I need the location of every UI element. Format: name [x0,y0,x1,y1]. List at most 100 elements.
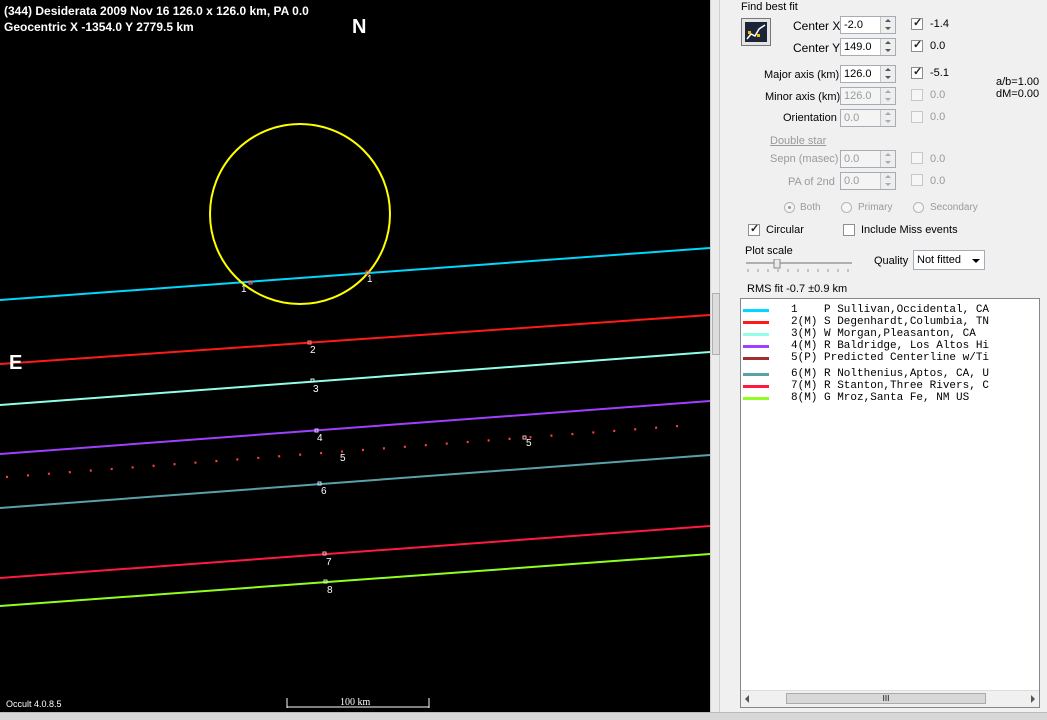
chord-8 [0,553,710,607]
dropdown-arrow-icon[interactable] [972,259,980,263]
chord-label-5a: 5 [340,453,346,464]
asteroid-outline [209,123,391,305]
rms-fit: RMS fit -0.7 ±0.9 km [747,283,848,295]
list-item[interactable]: 1 P Sullivan,Occidental, CA [741,304,1037,316]
chord-5 [5,423,693,479]
major-axis-input[interactable]: 126.0 [840,65,896,83]
observer-color-swatch [743,397,769,400]
version-label: Occult 4.0.8.5 [6,699,62,709]
dm-value: dM=0.00 [996,88,1040,100]
scroll-right-icon[interactable] [1031,695,1035,703]
sepn-checkbox[interactable] [911,152,923,164]
sepn-delta: 0.0 [930,153,946,165]
list-item[interactable]: 5(P) Predicted Centerline w/Ti [741,352,1037,364]
orientation-input[interactable]: 0.0 [840,109,896,127]
spinner-arrows-icon[interactable] [880,151,895,167]
orientation-delta: 0.0 [930,111,946,123]
radio-both[interactable] [784,202,795,213]
major-axis-label: Major axis (km) [764,69,840,81]
list-item[interactable]: 7(M) R Stanton,Three Rivers, C [741,380,1037,392]
minor-axis-checkbox[interactable] [911,89,923,101]
scale-label: 100 km [340,697,371,708]
plot-canvas [0,123,710,708]
center-y-input[interactable]: 149.0 [840,38,896,56]
chord-label-1b: 1 [367,274,373,285]
east-label: E [9,352,23,374]
chord-2 [0,314,710,365]
spinner-arrows-icon[interactable] [880,39,895,55]
chord-6 [0,454,710,509]
plot-title: (344) Desiderata 2009 Nov 16 126.0 x 126… [4,4,309,18]
spinner-arrows-icon[interactable] [880,173,895,189]
chord-label-2: 2 [310,345,316,356]
observer-color-swatch [743,321,769,324]
spinner-arrows-icon[interactable] [880,66,895,82]
occultation-plot[interactable]: (344) Desiderata 2009 Nov 16 126.0 x 126… [0,0,710,712]
scroll-left-icon[interactable] [745,695,749,703]
spinner-arrows-icon[interactable] [880,110,895,126]
fit-panel: Find best fit Center X -2.0 -1.4 Center … [720,0,1047,712]
center-y-checkbox[interactable] [911,38,923,52]
list-item[interactable]: 4(M) R Baldridge, Los Altos Hi [741,340,1037,352]
list-item[interactable]: 8(M) G Mroz,Santa Fe, NM US [741,392,1037,404]
observer-color-swatch [743,309,769,312]
observer-color-swatch [743,333,769,336]
plot-scale-slider[interactable] [746,258,856,272]
chord-label-3: 3 [313,384,319,395]
center-x-checkbox[interactable] [911,16,923,30]
orientation-checkbox[interactable] [911,111,923,123]
observer-color-swatch [743,345,769,348]
scroll-thumb[interactable]: III [786,693,986,704]
radio-secondary[interactable] [913,202,924,213]
orientation-label: Orientation [783,112,837,124]
chord-marker [310,378,315,383]
center-y-delta: 0.0 [930,40,946,52]
chord-7 [0,525,710,579]
radio-secondary-label: Secondary [930,202,978,213]
minor-axis-input[interactable]: 126.0 [840,87,896,105]
find-best-fit-button[interactable] [741,18,771,46]
list-item[interactable]: 3(M) W Morgan,Pleasanton, CA [741,328,1037,340]
chord-4 [0,400,710,455]
radio-both-label: Both [800,202,821,213]
list-item[interactable]: 6(M) R Nolthenius,Aptos, CA, U [741,368,1037,380]
spinner-arrows-icon[interactable] [880,88,895,104]
ab-ratio: a/b=1.00 [996,76,1040,88]
center-x-label: Center X [793,19,841,33]
observer-color-swatch [743,357,769,360]
include-miss-checkbox[interactable] [843,224,855,236]
radio-primary-label: Primary [858,202,893,213]
center-x-input[interactable]: -2.0 [840,16,896,34]
find-best-fit-label: Find best fit [741,1,798,13]
spinner-arrows-icon[interactable] [880,17,895,33]
chord-label-8: 8 [327,585,333,596]
panel-splitter[interactable] [710,0,720,712]
north-label: N [352,16,367,38]
chord-label-5b: 5 [526,438,532,449]
circular-checkbox[interactable] [748,222,760,236]
chord-label-7: 7 [326,557,332,568]
list-item[interactable]: 2(M) S Degenhardt,Columbia, TN [741,316,1037,328]
major-axis-checkbox[interactable] [911,65,923,79]
splitter-grip[interactable] [712,293,720,355]
pa2-checkbox[interactable] [911,174,923,186]
circular-label: Circular [766,224,804,236]
observer-color-swatch [743,373,769,376]
fit-chart-icon [745,22,767,42]
chord-label-1a: 1 [241,284,247,295]
plot-scale-label: Plot scale [745,245,793,257]
quality-label: Quality [874,255,909,267]
plot-subtitle: Geocentric X -1354.0 Y 2779.5 km [4,20,194,34]
observer-list[interactable]: 1 P Sullivan,Occidental, CA 2(M) S Degen… [740,298,1040,708]
sepn-input[interactable]: 0.0 [840,150,896,168]
minor-axis-delta: 0.0 [930,89,946,101]
sepn-label: Sepn (masec) [770,153,839,165]
chord-label-6: 6 [321,486,327,497]
horizontal-scrollbar[interactable]: III [741,690,1039,707]
chord-label-4: 4 [317,433,323,444]
quality-select[interactable]: Not fitted [913,250,985,270]
double-star-heading: Double star [770,135,827,147]
center-x-delta: -1.4 [930,18,949,30]
radio-primary[interactable] [841,202,852,213]
pa2-input[interactable]: 0.0 [840,172,896,190]
